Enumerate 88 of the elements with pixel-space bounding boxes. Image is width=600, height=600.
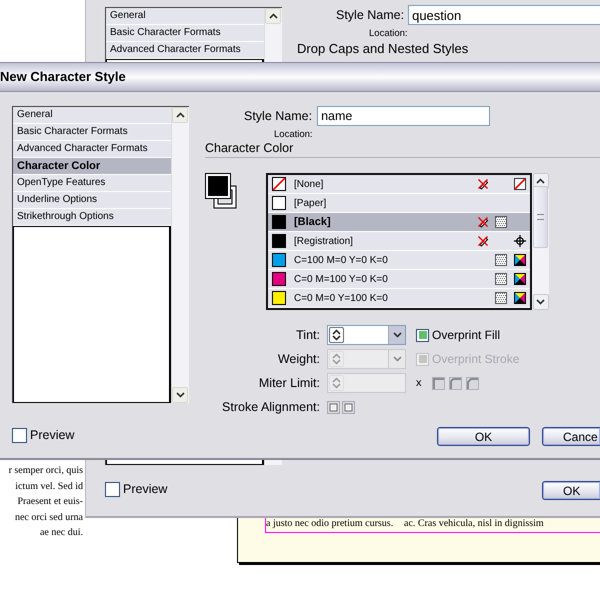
document-text-line: ae nec dui. xyxy=(40,526,83,540)
scroll-up-button[interactable] xyxy=(172,107,188,123)
chevron-up-icon xyxy=(268,13,278,19)
chevron-up-icon xyxy=(536,178,545,184)
style-name-field[interactable]: question xyxy=(408,5,600,25)
fill-stroke-swatch-icon[interactable] xyxy=(205,173,238,211)
scroll-down-button[interactable] xyxy=(532,294,548,310)
color-chip xyxy=(272,177,286,191)
category-item[interactable]: Advanced Character Formats xyxy=(106,42,264,59)
category-item[interactable]: Basic Character Formats xyxy=(106,25,264,42)
swatch-name: [Registration] xyxy=(294,236,354,246)
chevron-up-icon xyxy=(332,329,341,335)
slash-square-icon xyxy=(514,178,526,190)
unit-label: x xyxy=(416,377,422,389)
cmyk-square-icon xyxy=(514,292,526,304)
field-label: Stroke Alignment: xyxy=(221,400,320,414)
chevron-up-icon xyxy=(332,353,341,359)
swatch-name: C=0 M=100 Y=0 K=0 xyxy=(294,274,389,284)
section-title: Drop Caps and Nested Styles xyxy=(297,41,470,56)
swatch-row[interactable]: [None] xyxy=(268,175,530,194)
category-item[interactable]: General xyxy=(106,8,264,25)
swatch-row[interactable]: C=0 M=100 Y=0 K=0 xyxy=(268,270,530,289)
swatch-name: C=100 M=0 Y=0 K=0 xyxy=(294,254,389,266)
chevron-down-icon xyxy=(392,332,402,338)
swatch-row[interactable]: [Registration] xyxy=(268,232,530,251)
style-name-field[interactable]: name xyxy=(317,106,490,126)
scroll-down-button[interactable] xyxy=(172,387,188,403)
document-text-line: nec orci sed urna xyxy=(14,510,83,524)
swatch-row[interactable]: C=0 M=0 Y=100 K=0 xyxy=(268,289,530,308)
cmyk-square-icon xyxy=(514,273,526,285)
field-label: Tint: xyxy=(295,328,320,342)
location-label: Location: xyxy=(368,28,409,39)
chevron-down-icon xyxy=(536,299,545,305)
swatch-name: [Black] xyxy=(294,216,332,228)
scrollbar[interactable] xyxy=(171,107,189,403)
line-join-button[interactable] xyxy=(432,376,444,390)
dialog-title: New Character Style xyxy=(0,63,600,92)
swatch-name: [Paper] xyxy=(294,198,328,208)
chevron-down-icon xyxy=(332,383,341,389)
swatch-list[interactable]: [None] [Paper] [Black] [Registration] C=100 M=0 Y=0 K=0 C=0 M=100 Y=0 K=0 C=0 M=0 Y=100 K=0 xyxy=(266,173,532,310)
location-label: Location: xyxy=(273,129,314,140)
scrollbar-thumb[interactable] xyxy=(533,186,548,248)
document-text-line: Praesent et euis- xyxy=(17,495,83,509)
tint-field[interactable] xyxy=(327,325,406,345)
chevron-down-icon xyxy=(332,335,341,341)
swatch-row[interactable]: C=100 M=0 Y=0 K=0 xyxy=(268,251,530,270)
category-item[interactable]: Strikethrough Options xyxy=(13,209,172,226)
overprint-fill-checkbox[interactable]: Overprint Fill xyxy=(416,328,500,342)
document-text-line: a justo nec odio pretium cursus. xyxy=(266,517,390,531)
preview-checkbox[interactable]: Preview xyxy=(12,428,74,442)
document-text-line: ac. Cras vehicula, nisl in dignissim xyxy=(404,517,544,531)
checker-square-icon xyxy=(495,254,507,266)
chevron-up-icon xyxy=(332,377,341,383)
field-label: Style Name: xyxy=(336,8,404,22)
category-item[interactable]: Character Color xyxy=(13,158,172,175)
chevron-up-icon xyxy=(176,112,185,118)
checker-square-icon xyxy=(495,216,507,228)
scroll-up-button[interactable] xyxy=(265,8,282,24)
category-item[interactable]: General xyxy=(13,107,172,124)
line-join-button[interactable] xyxy=(466,376,478,390)
document-text-line: ictum vel. Sed id xyxy=(15,480,83,494)
scrollbar[interactable] xyxy=(532,173,549,310)
swatch-name: [None] xyxy=(294,178,324,190)
swatch-name: C=0 M=0 Y=100 K=0 xyxy=(294,292,389,304)
cancel-button[interactable]: Cance xyxy=(542,427,600,446)
category-item[interactable]: Basic Character Formats xyxy=(13,124,172,141)
swatch-row[interactable]: [Black] xyxy=(268,213,530,232)
field-label: Weight: xyxy=(276,352,320,366)
stroke-align-button[interactable] xyxy=(327,400,340,414)
chevron-down-icon xyxy=(176,392,185,398)
cmyk-square-icon xyxy=(514,254,526,266)
section-title: Character Color xyxy=(205,141,600,158)
line-join-button[interactable] xyxy=(448,376,462,390)
checker-square-icon xyxy=(495,273,507,285)
field-label: Style Name: xyxy=(244,109,312,123)
crosshair-icon xyxy=(514,235,526,247)
chevron-down-icon xyxy=(332,359,341,365)
ok-button[interactable]: OK xyxy=(542,481,600,500)
field-label: Miter Limit: xyxy=(258,376,320,390)
category-item[interactable]: Advanced Character Formats xyxy=(13,141,172,158)
chevron-down-icon xyxy=(392,356,402,362)
category-item[interactable]: OpenType Features xyxy=(13,175,172,192)
document-text-line: r semper orci, quis xyxy=(8,464,83,478)
ok-button[interactable]: OK xyxy=(437,427,530,446)
preview-checkbox[interactable]: Preview xyxy=(105,482,168,496)
stroke-align-button[interactable] xyxy=(342,400,355,414)
category-item[interactable]: Underline Options xyxy=(13,192,172,209)
checker-square-icon xyxy=(495,292,507,304)
